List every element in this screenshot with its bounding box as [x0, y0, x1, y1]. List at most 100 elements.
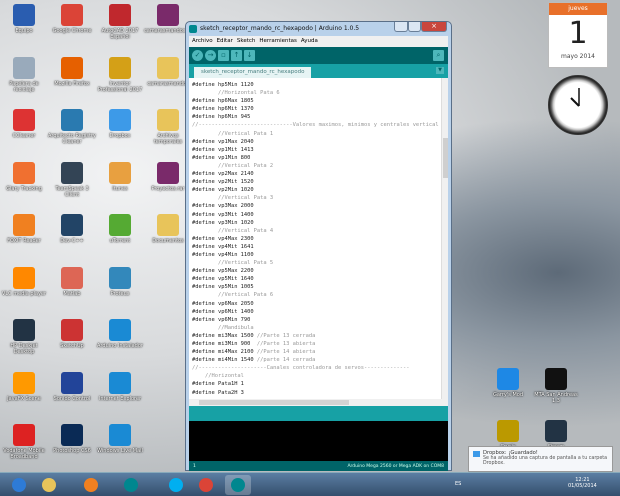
tab-sketch[interactable]: sketch_receptor_mando_rc_hexapodo — [194, 67, 312, 78]
code-line: //Horizontal — [192, 372, 448, 380]
code-line: //Vertical Pata 1 — [192, 130, 448, 138]
taskbar-arduino[interactable] — [118, 475, 144, 495]
desktop-icon[interactable]: Photoshop CS6 — [48, 424, 96, 454]
desktop-icon[interactable]: HP Deskjet Desktop — [0, 319, 48, 355]
arduino-icon — [124, 478, 138, 492]
desktop-icon[interactable]: Itunes — [96, 161, 144, 192]
code-text: #define vp5Mit 1640 — [192, 276, 254, 283]
desktop-icon-label: Mozilla Firefox — [54, 80, 90, 87]
language-indicator[interactable]: ES — [455, 481, 461, 487]
code-text: #define vp4Max 2300 — [192, 235, 254, 242]
menu-item[interactable]: Ayuda — [301, 38, 318, 45]
desktop-icon[interactable]: Google Chrome — [48, 4, 96, 34]
desktop-icon[interactable]: AutoCAD 2017 Español — [96, 4, 144, 40]
desktop-icon[interactable]: Matlab — [48, 266, 96, 297]
menu-item[interactable]: Herramientas — [259, 38, 296, 45]
notification-body: Se ha añadido una captura de pantalla a … — [483, 456, 608, 466]
desktop-icon[interactable]: Vodafone Mobile Broadband — [0, 424, 48, 460]
taskbar-skype[interactable] — [163, 475, 189, 495]
taskbar-media-player[interactable] — [78, 475, 104, 495]
desktop-icon[interactable]: VLC media player — [0, 266, 48, 297]
desktop-icon[interactable]: Mozilla Firefox — [48, 56, 96, 87]
code-line: //Horizontal Pata 6 — [192, 89, 448, 97]
window-title: sketch_receptor_mando_rc_hexapodo | Ardu… — [200, 25, 360, 32]
app-icon — [545, 420, 567, 442]
horizontal-scrollbar[interactable] — [189, 399, 448, 406]
code-line: //Vertical Pata 2 — [192, 162, 448, 170]
taskbar-start[interactable] — [6, 475, 32, 495]
dropbox-notification[interactable]: Dropbox: ¡Guardado! Se ha añadido una ca… — [468, 446, 613, 472]
desktop-icon[interactable]: FOXIT Reader — [0, 214, 48, 244]
desktop-icon-label: Glary Tracking — [6, 185, 42, 192]
desktop-icon[interactable]: Garry's Mod — [484, 367, 532, 398]
desktop-icon[interactable]: JavaFX Scene — [0, 371, 48, 402]
open-icon[interactable]: ↑ — [231, 50, 242, 61]
app-icon — [13, 266, 35, 289]
chrome-icon — [199, 478, 213, 492]
desktop-icon-label: CCleaner — [12, 133, 36, 139]
desktop-icon-label: TeamSpeak 3 Client — [55, 185, 89, 198]
new-icon[interactable]: ▫ — [218, 50, 229, 61]
dropbox-icon — [473, 451, 480, 457]
taskbar-explorer[interactable] — [36, 475, 62, 495]
clock-hands-icon — [570, 88, 580, 107]
console — [189, 421, 448, 461]
desktop-icon[interactable]: CCleaner — [0, 109, 48, 139]
app-icon — [13, 161, 35, 184]
app-icon — [13, 56, 35, 79]
code-editor[interactable]: #define hp5Min 1120 //Horizontal Pata 6 #… — [189, 78, 448, 399]
upload-icon[interactable]: → — [205, 50, 216, 61]
menu-item[interactable]: Editar — [217, 38, 233, 45]
desktop-icon[interactable]: Inventor Professional 2017 — [96, 56, 144, 93]
code-text: #define mi4Min 1540 — [192, 357, 257, 364]
desktop-icon[interactable]: Arquitecto Registry Cleaner — [48, 109, 96, 145]
desktop-icon[interactable]: TeamSpeak 3 Client — [48, 161, 96, 198]
media-player-icon — [84, 478, 98, 492]
code-comment: //Parte 14 abierta — [256, 349, 316, 356]
app-icon — [61, 161, 83, 184]
code-line: #define vp4Max 2300 — [192, 235, 448, 243]
tray-clock[interactable]: 12:21 01/05/2014 — [568, 477, 597, 489]
menu-item[interactable]: Archivo — [192, 38, 213, 45]
code-text: #define vp6Max 2050 — [192, 300, 254, 307]
menu-item[interactable]: Sketch — [237, 38, 256, 45]
code-line: //---------------------Canales controlad… — [192, 364, 448, 372]
taskbar-arduino-ide[interactable] — [225, 475, 251, 495]
serial-monitor-icon[interactable]: ⌕ — [433, 50, 444, 61]
desktop-icon[interactable]: uTorrent — [96, 214, 144, 244]
desktop-icon[interactable]: Internet Explorer — [96, 371, 144, 402]
maximize-button[interactable] — [408, 22, 421, 32]
code-line: #define vp2Mit 1520 — [192, 178, 448, 186]
vertical-scrollbar[interactable] — [441, 78, 448, 399]
desktop-icon[interactable]: MTA San Andreas 1.3 — [532, 367, 580, 404]
desktop-icon[interactable]: Papelera de reciclaje — [0, 56, 48, 93]
taskbar-chrome[interactable] — [193, 475, 219, 495]
calendar-day: 1 — [568, 16, 588, 51]
verify-icon[interactable]: ✓ — [192, 50, 203, 61]
desktop-icon[interactable]: Dev-C++ — [48, 214, 96, 244]
code-line: #define Pata2H 3 — [192, 389, 448, 397]
code-text: //Vertical Pata 4 — [192, 227, 274, 234]
save-icon[interactable]: ↓ — [244, 50, 255, 61]
app-icon — [61, 371, 83, 394]
app-icon — [109, 4, 131, 26]
code-line: #define mi4Max 2100 //Parte 14 abierta — [192, 348, 448, 356]
desktop-icon[interactable]: Glary Tracking — [0, 161, 48, 192]
desktop-icon[interactable]: SketchUp — [48, 319, 96, 349]
app-icon — [61, 56, 83, 79]
code-text: #define vp1Min 800 — [192, 154, 251, 161]
desktop-icon[interactable]: Sonido Control — [48, 371, 96, 402]
desktop-icon[interactable]: Windows Live Mail — [96, 424, 144, 454]
code-line: //Vertical Pata 5 — [192, 259, 448, 267]
desktop-icon[interactable]: Proteus — [96, 266, 144, 297]
minimize-button[interactable] — [394, 22, 408, 32]
app-icon — [61, 214, 83, 236]
desktop-icon[interactable]: Equipo — [0, 4, 48, 34]
desktop-icon[interactable]: Arduino Instalador — [96, 319, 144, 349]
close-button[interactable]: × — [421, 22, 447, 32]
app-icon — [61, 266, 83, 289]
desktop-icon-label: Arduino Instalador — [97, 343, 143, 349]
tab-menu-icon[interactable]: ▼ — [436, 67, 444, 74]
code-text: #define vp4Min 1100 — [192, 251, 254, 258]
desktop-icon[interactable]: Dropbox — [96, 109, 144, 139]
